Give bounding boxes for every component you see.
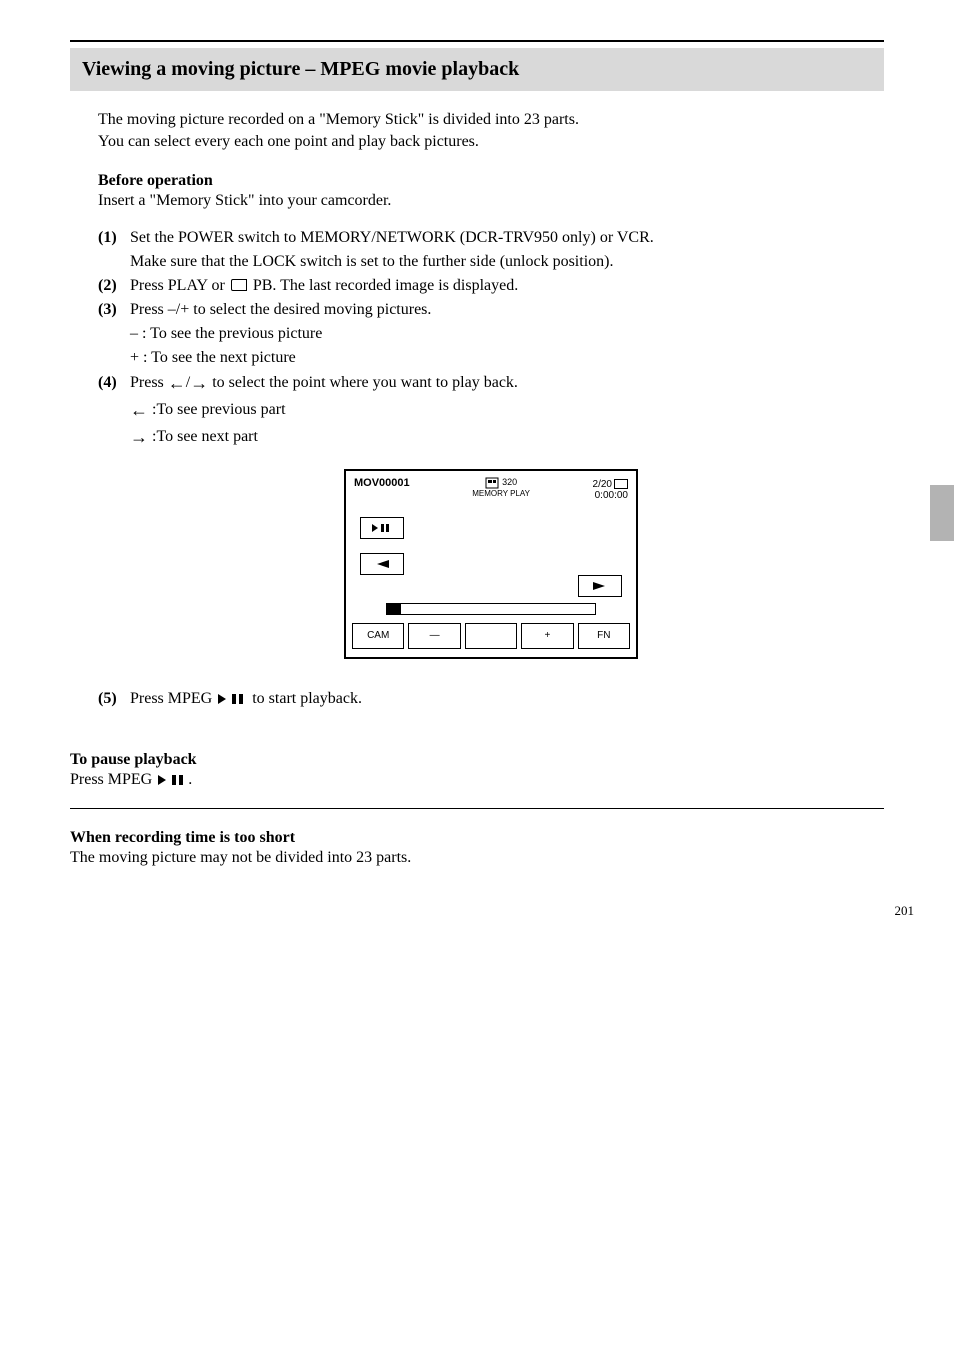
screen-next-button xyxy=(578,575,622,597)
step-4: (4) Press / to select the point where yo… xyxy=(98,370,884,397)
step-5-text-a: Press MPEG xyxy=(130,690,216,707)
screen-blank-button xyxy=(465,623,517,649)
step-1: (1) Set the POWER switch to MEMORY/NETWO… xyxy=(98,226,884,274)
top-rule xyxy=(70,40,884,42)
step-4-prev-text: :To see previous part xyxy=(148,401,286,418)
step-3-prev: – : To see the previous picture xyxy=(130,322,884,346)
arrow-right-icon-2 xyxy=(130,424,148,451)
step-number-5: (5) xyxy=(98,687,130,711)
before-operation-heading: Before operation xyxy=(98,172,884,190)
intro-line-2: You can select every each one point and … xyxy=(98,133,479,150)
screen-quality: 320 xyxy=(502,477,517,487)
step-3-text: Press –/+ to select the desired moving p… xyxy=(130,301,431,318)
arrow-left-icon xyxy=(168,370,186,397)
arrow-left-icon-2 xyxy=(130,397,148,424)
intro-paragraph: The moving picture recorded on a "Memory… xyxy=(98,109,884,152)
step-4-prev: :To see previous part xyxy=(130,397,884,424)
step-number-2: (2) xyxy=(98,274,130,298)
step-4-next-text: :To see next part xyxy=(148,428,258,445)
pause-text-prefix: Press MPEG xyxy=(70,771,156,788)
arrow-right-icon xyxy=(190,370,208,397)
step-4-text-a: Press xyxy=(130,374,168,391)
step-number-3: (3) xyxy=(98,298,130,322)
screen-mpeg-play-pause-button xyxy=(360,517,404,539)
screen-filename: MOV00001 xyxy=(354,477,410,489)
step-1-text-a: Set the POWER switch to MEMORY/NETWORK (… xyxy=(130,229,654,246)
screen-prev-button xyxy=(360,553,404,575)
page-title: Viewing a moving picture – MPEG movie pl… xyxy=(82,58,519,80)
step-2: (2) Press PLAY or PB. The last recorded … xyxy=(98,274,884,298)
page-title-band: Viewing a moving picture – MPEG movie pl… xyxy=(70,48,884,91)
note-heading: When recording time is too short xyxy=(70,829,884,847)
step-4-text-b: to select the point where you want to pl… xyxy=(208,374,518,391)
before-operation-text: Insert a "Memory Stick" into your camcor… xyxy=(98,190,884,212)
screen-counter: 0:00:00 xyxy=(595,490,628,501)
lcd-screen-diagram: MOV00001 320 MEMORY PLAY 2/20 0:0 xyxy=(344,469,638,659)
play-pause-icon-2 xyxy=(158,774,188,786)
step-3-next: + : To see the next picture xyxy=(130,346,884,370)
step-number-4: (4) xyxy=(98,371,130,395)
note-text: The moving picture may not be divided in… xyxy=(70,847,884,869)
screen-minus-button: — xyxy=(408,623,460,649)
play-pause-icon xyxy=(218,693,248,705)
film-icon xyxy=(485,477,499,489)
screen-memory-play-label: MEMORY PLAY xyxy=(472,489,530,498)
step-number-1: (1) xyxy=(98,226,130,250)
step-1-text-b: Make sure that the LOCK switch is set to… xyxy=(130,253,613,270)
screen-center-area xyxy=(416,517,566,597)
step-3: (3) Press –/+ to select the desired movi… xyxy=(98,298,884,322)
pause-text: Press MPEG . xyxy=(70,769,884,791)
step-4-next: :To see next part xyxy=(130,424,884,451)
step-5: (5) Press MPEG to start playback. xyxy=(98,687,884,711)
intro-line-1: The moving picture recorded on a "Memory… xyxy=(98,111,579,128)
screen-fn-button: FN xyxy=(578,623,630,649)
screen-cam-button: CAM xyxy=(352,623,404,649)
screen-frac: 2/20 xyxy=(593,479,612,490)
screen-progress-thumb xyxy=(387,603,401,615)
footer-rule xyxy=(70,808,884,809)
screen-plus-button: + xyxy=(521,623,573,649)
step-2-text-b: PB. The last recorded image is displayed… xyxy=(249,277,518,294)
memory-stick-icon xyxy=(231,279,247,291)
pause-heading: To pause playback xyxy=(70,751,884,769)
memory-stick-small-icon xyxy=(614,479,628,489)
step-2-text-a: Press PLAY or xyxy=(130,277,229,294)
step-5-text-b: to start playback. xyxy=(248,690,362,707)
side-tab xyxy=(930,485,954,541)
screen-progress-bar xyxy=(386,603,596,615)
page-number: 201 xyxy=(895,903,915,919)
